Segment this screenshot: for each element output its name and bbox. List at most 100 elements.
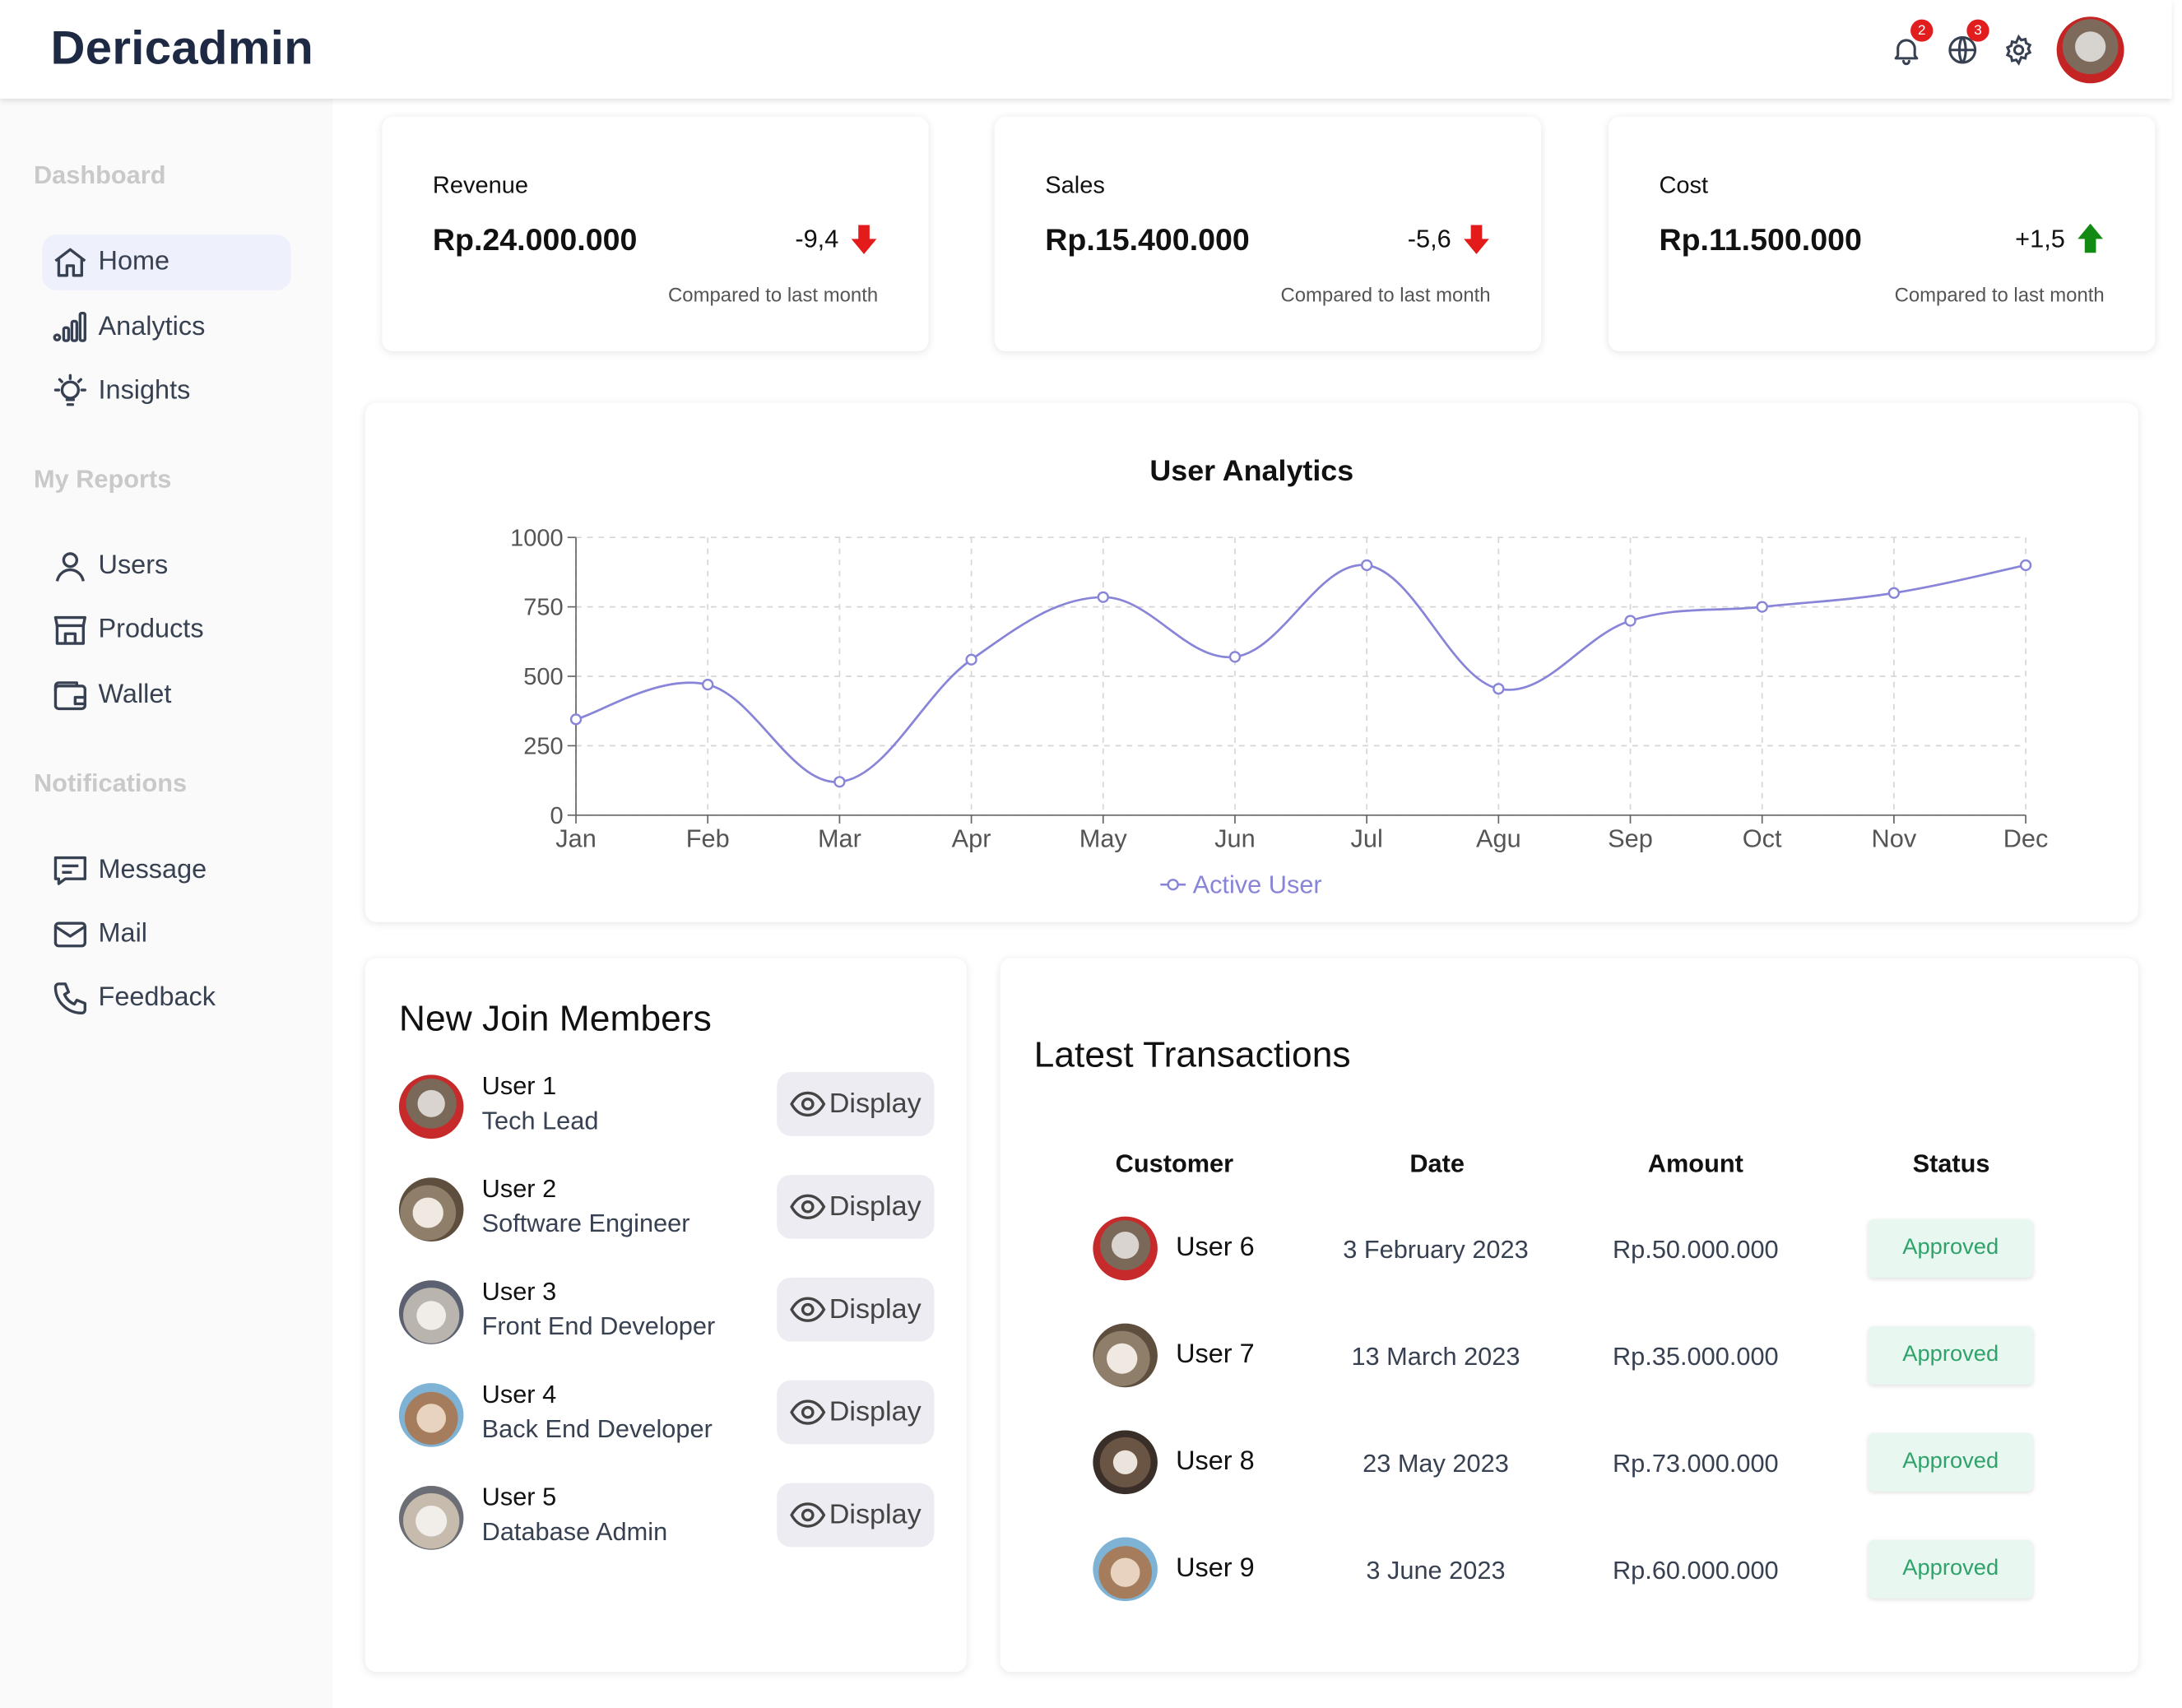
list-item: User 1 Tech Lead Display [398, 1072, 935, 1141]
new-members-card: New Join Members User 1 Tech Lead Display U… [364, 958, 967, 1673]
globe-icon[interactable]: 3 [1944, 19, 1989, 68]
x-tick-label: Jan [555, 825, 597, 853]
sidebar-item-home[interactable]: Home [42, 234, 291, 290]
x-tick-label: Feb [686, 825, 730, 853]
y-tick-label: 1000 [510, 525, 564, 551]
kpi-label: Sales [1045, 172, 1105, 199]
wallet-icon [53, 681, 86, 711]
avatar [398, 1486, 464, 1550]
user-analytics-chart: 10007505002500Jan Feb Mar Apr May Jun Jul Agu Se… [510, 525, 2049, 898]
app-logo[interactable]: Dericadmin [50, 22, 313, 77]
app-root: Dericadmin 2 3 Dashboard Home Analytics [0, 0, 2182, 1708]
list-item: User 5 Database Admin Display [398, 1483, 935, 1553]
display-button-label: Display [829, 1088, 922, 1119]
kpi-compare: Compared to last month [1280, 283, 1491, 306]
legend-label: Active User [1193, 870, 1322, 898]
transaction-amount: Rp.50.000.000 [1612, 1236, 1779, 1264]
customer-name: User 6 [1176, 1232, 1255, 1263]
display-button[interactable]: Display [777, 1483, 935, 1548]
profile-avatar[interactable] [2056, 16, 2124, 84]
member-role: Front End Developer [481, 1312, 716, 1340]
data-point [1493, 683, 1505, 695]
sidebar-item-users[interactable]: Users [42, 539, 290, 595]
kpi-card-cost: Cost Rp.11.500.000 +1,5 Compared to last… [1608, 116, 2156, 352]
eye-icon [790, 1399, 826, 1425]
x-tick-label: Apr [952, 825, 991, 853]
eye-icon [790, 1502, 826, 1528]
sidebar-item-insights[interactable]: Insights [42, 364, 290, 420]
column-header-status: Status [1912, 1149, 1990, 1178]
kpi-delta: -9,4 [795, 222, 878, 256]
member-role: Software Engineer [481, 1209, 690, 1237]
eye-icon [790, 1091, 826, 1117]
data-point [833, 776, 846, 788]
display-button[interactable]: Display [777, 1277, 935, 1342]
sidebar-item-products[interactable]: Products [42, 603, 290, 659]
kpi-compare: Compared to last month [668, 283, 879, 306]
list-item: User 2 Software Engineer Display [398, 1174, 935, 1244]
transaction-amount: Rp.35.000.000 [1612, 1343, 1779, 1371]
display-button[interactable]: Display [777, 1380, 935, 1445]
top-actions: 2 3 [1888, 16, 2124, 84]
message-icon [53, 856, 86, 885]
transaction-date: 13 March 2023 [1351, 1343, 1520, 1371]
member-name: User 3 [481, 1277, 557, 1306]
mail-icon [53, 921, 86, 948]
store-icon [53, 615, 86, 645]
transaction-amount: Rp.73.000.000 [1612, 1450, 1779, 1478]
sidebar-item-mail[interactable]: Mail [42, 907, 290, 963]
kpi-delta-value: +1,5 [2015, 224, 2065, 253]
sidebar-item-message[interactable]: Message [42, 843, 290, 899]
sidebar: Dashboard Home Analytics Insights My Rep… [0, 98, 333, 1708]
x-tick-label: Agu [1476, 825, 1521, 853]
transaction-date: 3 February 2023 [1343, 1236, 1529, 1264]
y-tick-label: 750 [523, 595, 563, 621]
avatar [1093, 1323, 1158, 1388]
sidebar-item-label: Analytics [98, 312, 206, 342]
sidebar-item-label: Feedback [98, 983, 216, 1013]
transaction-amount: Rp.60.000.000 [1612, 1557, 1779, 1585]
member-role: Tech Lead [481, 1107, 599, 1135]
list-item: User 3 Front End Developer Display [398, 1277, 935, 1347]
list-item: User 4 Back End Developer Display [398, 1380, 935, 1450]
gear-icon[interactable] [2000, 32, 2036, 68]
x-tick-label: Jun [1214, 825, 1256, 853]
display-button-label: Display [829, 1396, 922, 1427]
customer-name: User 7 [1176, 1339, 1255, 1370]
data-point [569, 713, 583, 726]
y-tick-label: 500 [523, 664, 563, 690]
sidebar-item-label: Users [98, 551, 169, 581]
y-tick-label: 250 [523, 734, 563, 760]
x-tick-label: Mar [818, 825, 861, 853]
display-button[interactable]: Display [777, 1072, 935, 1136]
display-button-label: Display [829, 1499, 922, 1530]
sidebar-item-feedback[interactable]: Feedback [42, 971, 290, 1027]
notifications-badge: 2 [1910, 19, 1934, 42]
avatar [398, 1074, 464, 1139]
lightbulb-icon [53, 374, 86, 406]
status-badge: Approved [1868, 1218, 2033, 1278]
kpi-delta: +1,5 [2015, 222, 2104, 256]
x-tick-label: Oct [1743, 825, 1782, 853]
kpi-label: Cost [1659, 172, 1709, 199]
data-point [1228, 651, 1242, 663]
sidebar-item-wallet[interactable]: Wallet [42, 668, 290, 724]
customer-name: User 9 [1176, 1553, 1255, 1584]
sidebar-item-analytics[interactable]: Analytics [42, 300, 290, 356]
home-icon [54, 248, 86, 277]
member-name: User 4 [481, 1380, 557, 1409]
x-tick-label: Dec [2003, 825, 2049, 853]
data-point [702, 679, 714, 691]
eye-icon [790, 1297, 826, 1322]
kpi-delta: -5,6 [1408, 222, 1491, 256]
transaction-date: 23 May 2023 [1363, 1450, 1509, 1478]
table-row: User 7 13 March 2023 Rp.35.000.000 Approved [1000, 1320, 2138, 1390]
display-button[interactable]: Display [777, 1174, 935, 1239]
kpi-value: Rp.15.400.000 [1045, 222, 1250, 258]
member-name: User 5 [481, 1483, 557, 1511]
data-point [2019, 559, 2032, 572]
display-button-label: Display [829, 1190, 922, 1222]
members-title: New Join Members [398, 996, 712, 1039]
bell-icon[interactable]: 2 [1888, 19, 1934, 68]
avatar [1093, 1537, 1158, 1602]
